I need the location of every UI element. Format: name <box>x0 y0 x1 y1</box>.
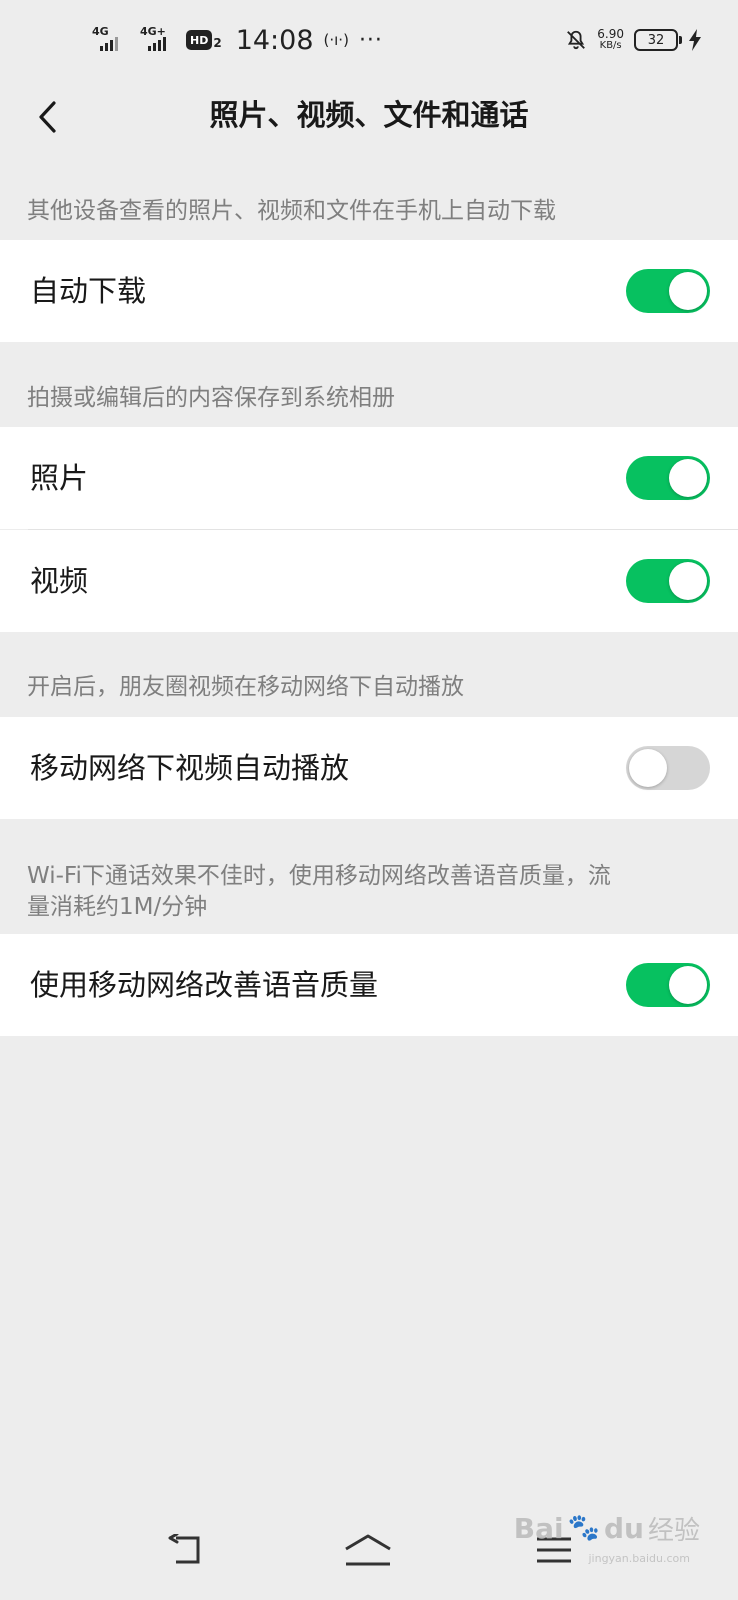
clock: 14:08 <box>235 24 314 56</box>
save-photo-row[interactable]: 照片 <box>0 427 738 529</box>
baidu-watermark: Bai 🐾 du 经验 <box>514 1503 700 1553</box>
toggle-knob <box>669 562 707 600</box>
status-bar: 4G 4G+ HD 2 14:08 (·ı·) ··· 6.90 KB/s 32 <box>0 0 738 80</box>
nav-back-button[interactable] <box>154 1520 214 1580</box>
network-speed: 6.90 KB/s <box>597 28 624 52</box>
toggle-knob <box>669 459 707 497</box>
chevron-left-icon <box>39 101 56 133</box>
back-button[interactable] <box>22 92 72 142</box>
save-video-row[interactable]: 视频 <box>0 530 738 632</box>
auto-download-hint: 其他设备查看的照片、视频和文件在手机上自动下载 <box>27 198 556 224</box>
toggle-knob <box>629 749 667 787</box>
save-photo-toggle[interactable] <box>626 456 710 500</box>
more-notifications-icon: ··· <box>358 27 383 53</box>
voice-quality-hint-line1: Wi-Fi下通话效果不佳时，使用移动网络改善语音质量，流 <box>27 863 611 889</box>
moments-autoplay-toggle[interactable] <box>626 746 710 790</box>
voice-quality-toggle[interactable] <box>626 963 710 1007</box>
watermark-brand2: du <box>604 1511 644 1545</box>
hd-sub: 2 <box>213 36 222 50</box>
voice-quality-hint: Wi-Fi下通话效果不佳时，使用移动网络改善语音质量，流 量消耗约1M/分钟 <box>27 861 697 923</box>
speed-value: 6.90 <box>597 27 624 41</box>
voice-quality-row[interactable]: 使用移动网络改善语音质量 <box>0 934 738 1036</box>
signal-1-icon: 4G <box>90 25 128 55</box>
watermark-cn: 经验 <box>647 1515 700 1546</box>
save-video-label: 视频 <box>30 564 89 598</box>
page-title: 照片、视频、文件和通话 <box>209 98 529 132</box>
battery-icon: 32 <box>634 29 682 51</box>
battery-level: 32 <box>647 32 665 48</box>
watermark-url: jingyan.baidu.com <box>588 1552 690 1565</box>
toggle-knob <box>669 966 707 1004</box>
save-video-toggle[interactable] <box>626 559 710 603</box>
nfc-icon: (·ı·) <box>323 31 349 49</box>
status-left: 4G 4G+ HD 2 14:08 (·ı·) ··· <box>90 22 383 58</box>
voice-quality-hint-line2: 量消耗约1M/分钟 <box>27 894 208 920</box>
back-arrow-icon <box>168 1534 200 1564</box>
moments-autoplay-label: 移动网络下视频自动播放 <box>30 751 350 785</box>
toggle-knob <box>669 272 707 310</box>
auto-download-label: 自动下载 <box>30 274 147 308</box>
charging-icon <box>689 29 701 51</box>
nav-home-button[interactable] <box>338 1520 398 1580</box>
paw-icon: 🐾 <box>567 1513 600 1543</box>
hd-icon: HD <box>186 30 213 50</box>
status-right: 6.90 KB/s 32 <box>565 22 702 58</box>
auto-download-toggle[interactable] <box>626 269 710 313</box>
speed-unit: KB/s <box>599 40 622 51</box>
moments-autoplay-hint: 开启后，朋友圈视频在移动网络下自动播放 <box>27 674 464 700</box>
watermark-brand: Bai <box>513 1511 564 1545</box>
voice-quality-label: 使用移动网络改善语音质量 <box>30 968 379 1002</box>
save-photo-label: 照片 <box>30 461 89 495</box>
signal-2-icon: 4G+ <box>138 25 176 55</box>
home-icon <box>345 1534 391 1566</box>
moments-autoplay-row[interactable]: 移动网络下视频自动播放 <box>0 717 738 819</box>
save-to-album-hint: 拍摄或编辑后的内容保存到系统相册 <box>27 385 395 411</box>
auto-download-row[interactable]: 自动下载 <box>0 240 738 342</box>
header: 照片、视频、文件和通话 <box>0 80 738 156</box>
bell-off-icon <box>567 30 586 50</box>
